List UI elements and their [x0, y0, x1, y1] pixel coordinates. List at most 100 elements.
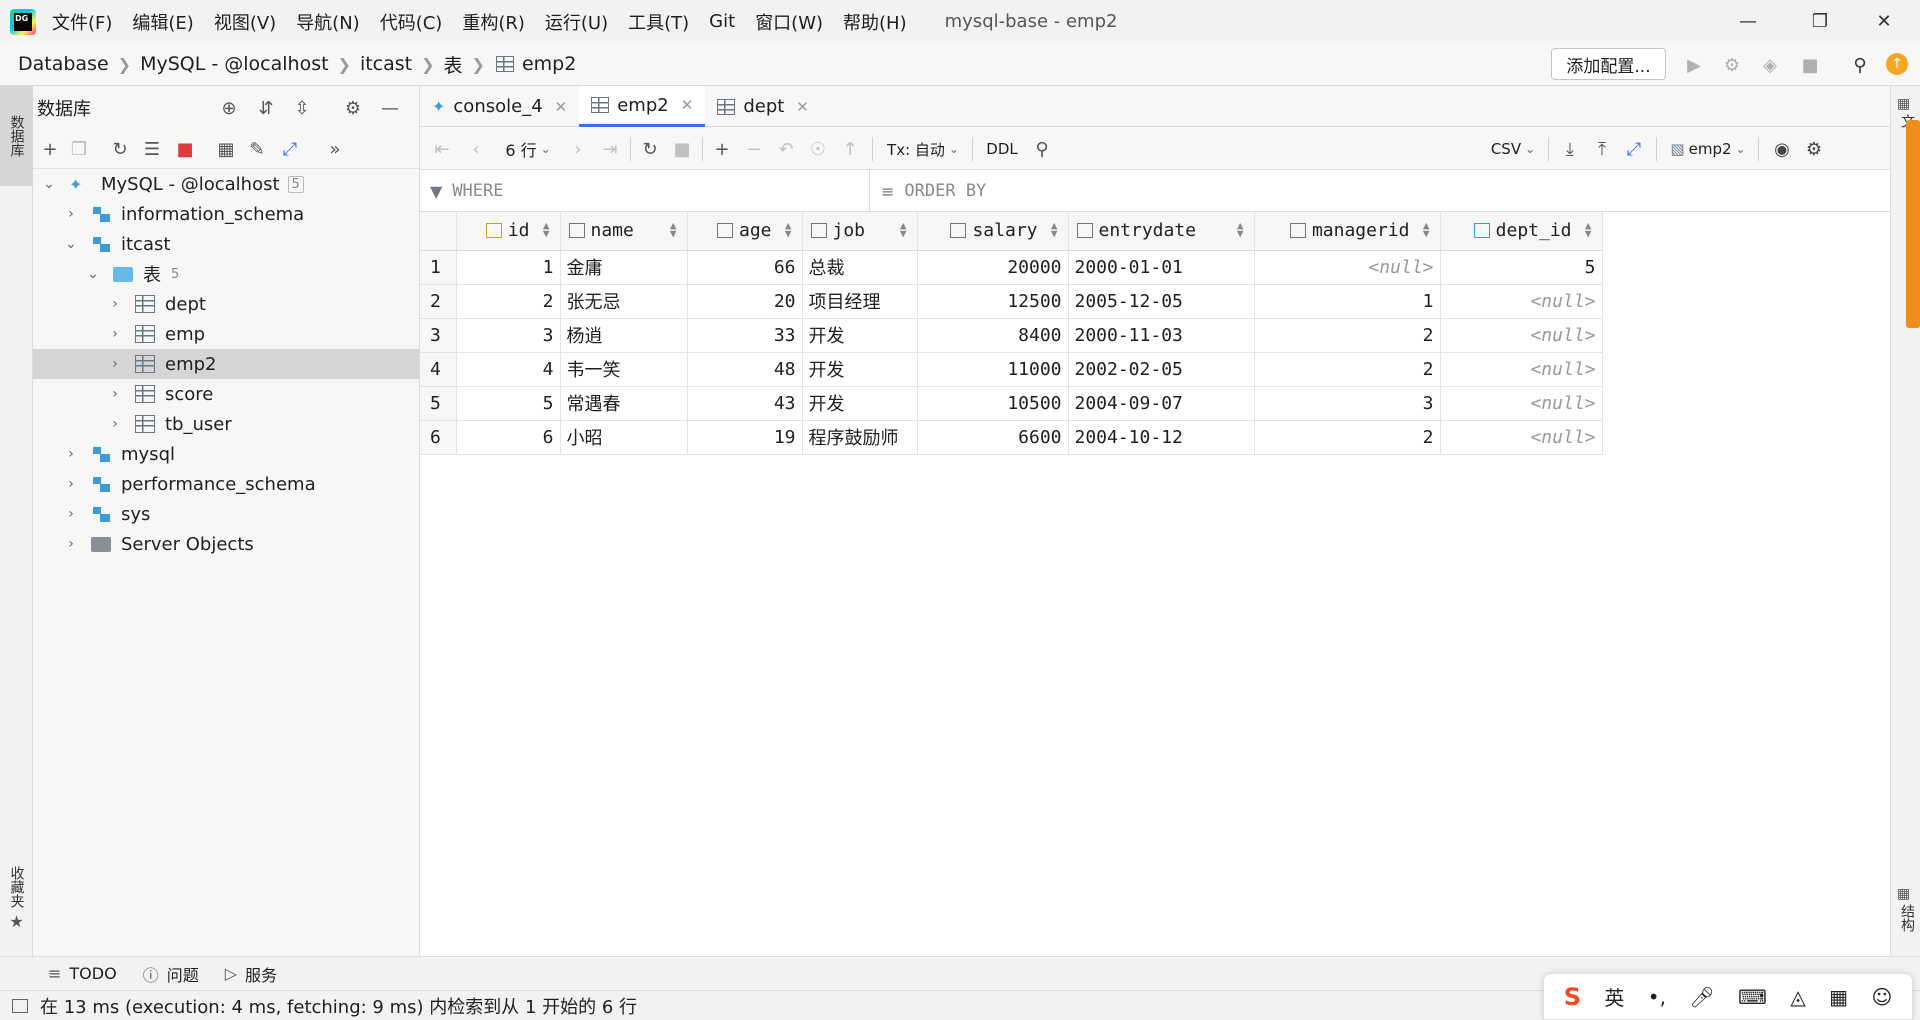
cell-entrydate[interactable]: 2005-12-05: [1068, 284, 1255, 319]
cell-dept-id[interactable]: 5: [1440, 250, 1603, 285]
sort-icon[interactable]: ▲ ▼: [670, 220, 677, 239]
menu-code[interactable]: 代码(C): [380, 9, 443, 35]
cell-managerid[interactable]: 2: [1254, 352, 1441, 387]
cell-id[interactable]: 2: [456, 284, 561, 319]
table-row[interactable]: 2 2 张无忌 20 项目经理 12500 2005-12-05 1 <null…: [420, 284, 1603, 319]
cell-name[interactable]: 金庸: [560, 250, 688, 285]
cell-entrydate[interactable]: 2004-10-12: [1068, 420, 1255, 455]
last-page-icon[interactable]: ⇥: [598, 136, 622, 162]
chevron-right-icon[interactable]: ›: [63, 506, 79, 522]
add-icon[interactable]: +: [38, 137, 62, 161]
tree-item-table-score[interactable]: › score: [33, 379, 419, 409]
first-page-icon[interactable]: ⇤: [430, 136, 454, 162]
where-filter-input[interactable]: ▼ WHERE: [420, 170, 870, 212]
column-header-name[interactable]: name ▲ ▼: [560, 212, 688, 251]
microphone-icon[interactable]: 🎤︎: [1689, 985, 1714, 1009]
breadcrumb-datasource[interactable]: MySQL - @localhost: [140, 53, 328, 75]
collapse-all-icon[interactable]: ⇳: [290, 96, 314, 120]
cell-age[interactable]: 43: [687, 386, 803, 421]
upload-icon[interactable]: ⤒: [1590, 136, 1614, 162]
cell-id[interactable]: 5: [456, 386, 561, 421]
gear-icon[interactable]: ⚙: [341, 96, 365, 120]
tree-item-itcast[interactable]: ⌄ itcast: [33, 229, 419, 259]
tab-console-4[interactable]: ✦ console_4 ✕: [420, 86, 579, 127]
table-row[interactable]: 3 3 杨逍 33 开发 8400 2000-11-03 2 <null>: [420, 318, 1603, 353]
close-icon[interactable]: ✕: [681, 96, 694, 114]
cell-managerid[interactable]: 2: [1254, 318, 1441, 353]
cell-dept-id[interactable]: <null>: [1440, 284, 1603, 319]
previous-page-icon[interactable]: ‹: [464, 136, 488, 162]
stop-icon[interactable]: ■: [1798, 53, 1822, 77]
debug-icon[interactable]: ⚙: [1720, 53, 1744, 77]
download-icon[interactable]: ⤓: [1558, 136, 1582, 162]
row-number[interactable]: 4: [420, 352, 457, 387]
cell-job[interactable]: 总裁: [802, 250, 918, 285]
cell-id[interactable]: 6: [456, 420, 561, 455]
refresh-icon[interactable]: ↻: [638, 136, 662, 162]
cell-salary[interactable]: 12500: [917, 284, 1069, 319]
menu-tools[interactable]: 工具(T): [628, 9, 689, 35]
cell-age[interactable]: 20: [687, 284, 803, 319]
transaction-mode-dropdown[interactable]: Tx: 自动 ⌄: [882, 136, 964, 162]
tree-item-performance-schema[interactable]: › performance_schema: [33, 469, 419, 499]
ddl-button[interactable]: DDL: [982, 136, 1022, 162]
mascot-icon[interactable]: ☺: [1871, 985, 1892, 1009]
tree-item-table-emp2[interactable]: › emp2: [33, 349, 419, 379]
punctuation-icon[interactable]: •,: [1648, 985, 1666, 1009]
row-count-selector[interactable]: 6 行 ⌄: [500, 136, 556, 162]
cell-managerid[interactable]: 1: [1254, 284, 1441, 319]
tab-dept[interactable]: dept ✕: [705, 86, 821, 127]
cell-managerid[interactable]: 3: [1254, 386, 1441, 421]
tree-item-table-tb-user[interactable]: › tb_user: [33, 409, 419, 439]
cell-name[interactable]: 张无忌: [560, 284, 688, 319]
menu-run[interactable]: 运行(U): [545, 9, 608, 35]
chevron-right-icon[interactable]: ›: [63, 536, 79, 552]
menu-edit[interactable]: 编辑(E): [132, 9, 193, 35]
cell-id[interactable]: 3: [456, 318, 561, 353]
stop-icon[interactable]: ■: [173, 137, 197, 161]
revert-icon[interactable]: ↶: [774, 136, 798, 162]
menu-window[interactable]: 窗口(W): [755, 9, 823, 35]
services-tool-button[interactable]: ▷ 服务: [225, 962, 277, 986]
update-icon[interactable]: ↑: [1886, 53, 1908, 75]
row-number[interactable]: 1: [420, 250, 457, 285]
tree-item-datasource[interactable]: ⌄ ✦ MySQL - @localhost 5: [33, 169, 419, 199]
tree-item-table-emp[interactable]: › emp: [33, 319, 419, 349]
table-row[interactable]: 1 1 金庸 66 总裁 20000 2000-01-01 <null> 5: [420, 250, 1603, 285]
expand-all-icon[interactable]: ⇵: [254, 96, 278, 120]
menu-view[interactable]: 视图(V): [214, 9, 276, 35]
compare-icon[interactable]: ⤢: [1622, 136, 1646, 162]
session-dropdown[interactable]: ▧ emp2 ⌄: [1666, 136, 1750, 162]
breadcrumb-schema[interactable]: itcast: [360, 53, 412, 75]
row-number[interactable]: 2: [420, 284, 457, 319]
menu-navigate[interactable]: 导航(N): [296, 9, 360, 35]
tab-emp2[interactable]: emp2 ✕: [579, 86, 706, 127]
chevron-down-icon[interactable]: ⌄: [41, 176, 57, 192]
cell-job[interactable]: 项目经理: [802, 284, 918, 319]
table-row[interactable]: 6 6 小昭 19 程序鼓励师 6600 2004-10-12 2 <null>: [420, 420, 1603, 455]
cell-salary[interactable]: 20000: [917, 250, 1069, 285]
submit-icon[interactable]: ↑: [838, 136, 862, 162]
sort-icon[interactable]: ▲ ▼: [1051, 220, 1058, 239]
skin-icon[interactable]: ◬: [1790, 985, 1805, 1009]
locate-icon[interactable]: ⊕: [217, 96, 241, 120]
chevron-right-icon[interactable]: ›: [63, 206, 79, 222]
cell-entrydate[interactable]: 2004-09-07: [1068, 386, 1255, 421]
delete-row-icon[interactable]: −: [742, 136, 766, 162]
menu-refactor[interactable]: 重构(R): [462, 9, 525, 35]
sort-icon[interactable]: ▲ ▼: [1585, 220, 1592, 239]
cell-entrydate[interactable]: 2002-02-05: [1068, 352, 1255, 387]
close-icon[interactable]: ✕: [1848, 0, 1920, 43]
cell-dept-id[interactable]: <null>: [1440, 386, 1603, 421]
stop-icon[interactable]: ■: [670, 136, 694, 162]
column-header-entrydate[interactable]: entrydate ▲ ▼: [1068, 212, 1255, 251]
problems-tool-button[interactable]: ⓘ 问题: [143, 962, 199, 986]
menu-git[interactable]: Git: [709, 11, 735, 32]
sort-icon[interactable]: ▲ ▼: [1237, 220, 1244, 239]
column-header-managerid[interactable]: managerid ▲ ▼: [1254, 212, 1441, 251]
preview-changes-icon[interactable]: ☉: [806, 136, 830, 162]
column-header-dept-id[interactable]: dept_id ▲ ▼: [1440, 212, 1603, 251]
cell-name[interactable]: 小昭: [560, 420, 688, 455]
column-header-id[interactable]: id ▲ ▼: [456, 212, 561, 251]
tree-item-mysql[interactable]: › mysql: [33, 439, 419, 469]
